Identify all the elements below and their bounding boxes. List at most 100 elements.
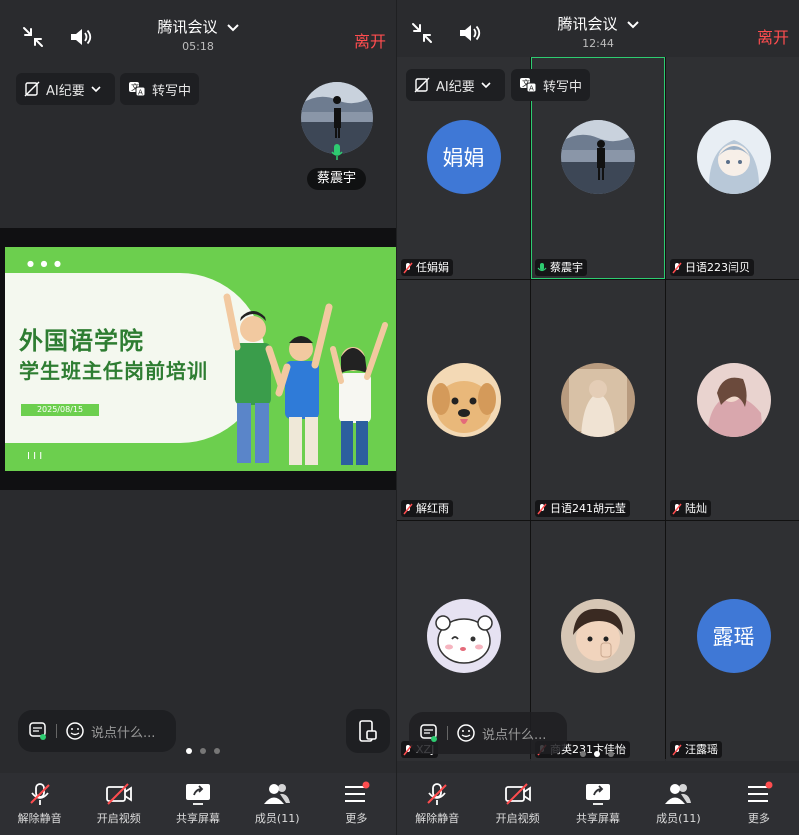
share-screen-button[interactable]: 共享屏幕 [158,773,237,835]
participant-tile[interactable]: 露瑶 汪露瑶 [666,521,799,761]
presentation-slide: ● ● ● 外国语学院 学生班主任岗前培训 2025/08/15 I I I [5,247,396,471]
mic-muted-icon [672,262,682,273]
participant-photo [561,119,635,194]
bottom-toolbar: 解除静音 开启视频 共享屏幕 成员(11) 更多 [0,773,396,835]
chevron-down-icon [91,85,101,92]
avatar: 露瑶 [696,599,771,674]
menu-icon [345,781,370,802]
chevron-down-icon [626,20,639,28]
video-grid: 娟娟 任娟娟 蔡震宇 日语223闫贝 解红雨 日语241胡元莹 陆灿 商英231… [397,57,799,761]
menu-icon [747,781,773,802]
members-icon [264,784,291,804]
members-icon [665,784,692,804]
top-bar: 腾讯会议 05:18 离开 [0,0,396,60]
page-indicator [580,751,614,757]
participant-photo [696,119,771,194]
participant-name: 日语223闫贝 [670,259,754,276]
start-video-button[interactable]: 开启视频 [477,773,557,835]
chat-input[interactable]: 说点什么... [482,724,546,743]
participant-photo [561,599,635,674]
meeting-title: 腾讯会议 [157,18,218,36]
mic-active-icon [537,262,547,271]
camera-off-icon [504,783,531,805]
transcribe-chip[interactable]: 文 A 转写中 [120,73,200,105]
meeting-title: 腾讯会议 [557,15,618,33]
avatar [561,363,635,437]
phone-rotate-icon [359,720,377,742]
participant-tile[interactable]: 日语241胡元莹 [531,280,665,520]
svg-text:A: A [138,89,143,97]
participant-tile[interactable]: 解红雨 [397,280,530,520]
members-button[interactable]: 成员(11) [238,773,317,835]
meeting-title-area[interactable]: 腾讯会议 12:44 [397,13,799,50]
top-bar: 腾讯会议 12:44 离开 [397,0,799,60]
mic-muted-icon [29,783,50,805]
members-button[interactable]: 成员(11) [638,773,718,835]
participant-name: 任娟娟 [401,259,453,276]
slide-title-line2: 学生班主任岗前培训 [19,359,208,383]
meeting-timer: 12:44 [582,37,614,50]
unmute-button[interactable]: 解除静音 [397,773,477,835]
meeting-title-area[interactable]: 腾讯会议 05:18 [0,16,396,53]
avatar: 娟娟 [426,119,501,194]
slide-title-line1: 外国语学院 [19,327,144,355]
mic-muted-icon [537,503,547,514]
avatar [561,599,635,674]
chat-input[interactable]: 说点什么... [91,722,155,741]
chat-bubble-icon[interactable] [419,723,439,743]
left-meeting-screen: 腾讯会议 05:18 离开 AI纪要 文 A 转写中 蔡震宇 ● ● ● 外国语… [0,0,396,835]
transcribe-icon: 文 A [520,78,537,93]
mic-active-icon [331,144,343,160]
emoji-icon[interactable] [456,723,476,743]
share-screen-icon [186,784,210,805]
page-indicator [186,748,220,754]
svg-text:A: A [529,85,534,93]
rotate-screen-button[interactable] [346,709,390,753]
right-meeting-screen: 腾讯会议 12:44 离开 娟娟 任娟娟 蔡震宇 日语223闫贝 解红雨 日语2… [397,0,799,835]
bottom-toolbar: 解除静音 开启视频 共享屏幕 成员(11) 更多 [397,773,799,835]
transcribe-icon: 文 A [129,82,146,97]
transcribe-label: 转写中 [152,83,192,99]
avatar [696,119,771,194]
chevron-down-icon [481,81,491,88]
transcribe-chip[interactable]: 文 A 转写中 [511,69,591,101]
more-button[interactable]: 更多 [719,773,799,835]
ai-summary-icon [414,77,430,93]
participant-name: 解红雨 [401,500,453,517]
share-screen-button[interactable]: 共享屏幕 [558,773,638,835]
cheering-students-illustration [223,293,388,465]
leave-button[interactable]: 离开 [757,24,789,48]
ai-summary-label: AI纪要 [46,83,85,99]
shared-screen[interactable]: ● ● ● 外国语学院 学生班主任岗前培训 2025/08/15 I I I [0,228,396,490]
mic-muted-icon [403,503,413,514]
avatar [426,363,501,437]
ai-summary-label: AI纪要 [436,79,475,95]
avatar [561,119,635,194]
participant-tile[interactable]: 日语223闫贝 [666,57,799,279]
ai-summary-icon [24,81,40,97]
ai-summary-chip[interactable]: AI纪要 [16,73,115,105]
meeting-timer: 05:18 [182,40,214,53]
chat-bubble-icon[interactable] [28,721,48,741]
avatar [696,363,771,437]
start-video-button[interactable]: 开启视频 [79,773,158,835]
mic-muted-icon [427,783,447,805]
camera-off-icon [105,783,132,805]
slide-date: 2025/08/15 [21,404,99,416]
ai-summary-chip[interactable]: AI纪要 [406,69,505,101]
more-button[interactable]: 更多 [317,773,396,835]
participant-name: 蔡震宇 [535,259,587,276]
chat-bar[interactable]: 说点什么... [409,712,567,754]
mic-muted-icon [672,744,682,755]
leave-button[interactable]: 离开 [354,28,386,52]
participant-name: 陆灿 [670,500,711,517]
participant-photo [426,363,501,437]
participant-photo [696,363,771,437]
emoji-icon[interactable] [65,721,85,741]
chat-bar[interactable]: 说点什么... [18,710,176,752]
participant-tile[interactable]: 陆灿 [666,280,799,520]
participant-photo [561,363,635,437]
chevron-down-icon [226,23,239,31]
participant-name: 日语241胡元莹 [535,500,630,517]
unmute-button[interactable]: 解除静音 [0,773,79,835]
